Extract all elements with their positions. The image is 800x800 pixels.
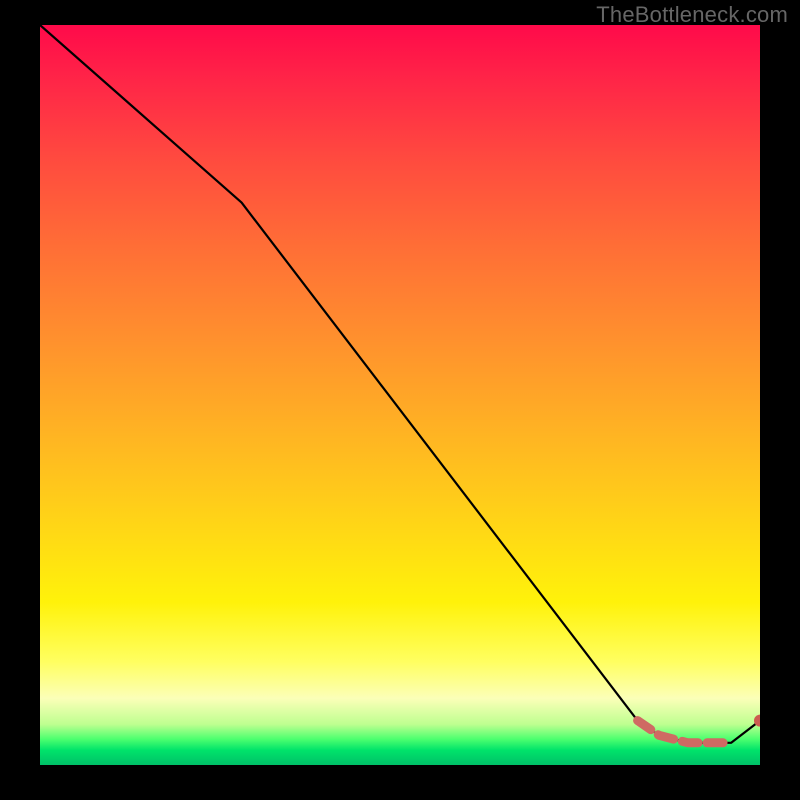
bottleneck-curve-path bbox=[40, 25, 760, 743]
chart-overlay-svg bbox=[40, 25, 760, 765]
watermark-text: TheBottleneck.com bbox=[596, 2, 788, 28]
plot-area bbox=[40, 25, 760, 765]
chart-frame: TheBottleneck.com bbox=[0, 0, 800, 800]
optimal-region-path bbox=[638, 721, 732, 743]
